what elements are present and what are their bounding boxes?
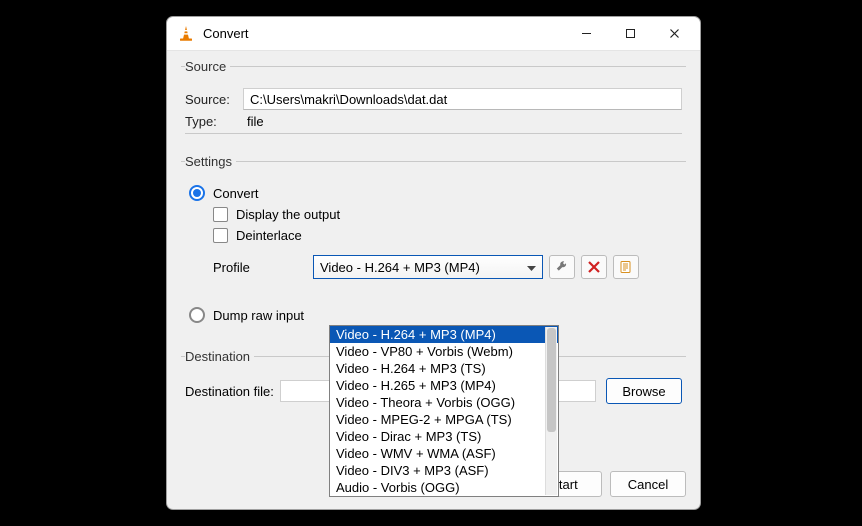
- display-output-label: Display the output: [236, 207, 340, 222]
- close-button[interactable]: [652, 19, 696, 49]
- titlebar: Convert: [167, 17, 700, 51]
- wrench-icon: [555, 260, 569, 274]
- profile-option[interactable]: Video - H.265 + MP3 (MP4): [330, 377, 558, 394]
- profile-option[interactable]: Audio - Vorbis (OGG): [330, 479, 558, 496]
- profile-option[interactable]: Video - Dirac + MP3 (TS): [330, 428, 558, 445]
- profile-dropdown-list[interactable]: Video - H.264 + MP3 (MP4) Video - VP80 +…: [329, 325, 559, 497]
- browse-button[interactable]: Browse: [606, 378, 682, 404]
- window-title: Convert: [203, 26, 564, 41]
- type-label: Type:: [185, 114, 243, 129]
- destination-legend: Destination: [185, 349, 254, 364]
- browse-button-label: Browse: [622, 384, 665, 399]
- settings-group: Settings Convert Display the output Dein…: [181, 154, 686, 337]
- source-legend: Source: [185, 59, 230, 74]
- radio-unselected-icon: [189, 307, 205, 323]
- type-value: file: [243, 114, 264, 129]
- source-path[interactable]: C:\Users\makri\Downloads\dat.dat: [243, 88, 682, 110]
- settings-legend: Settings: [185, 154, 236, 169]
- profile-option[interactable]: Video - MPEG-2 + MPGA (TS): [330, 411, 558, 428]
- profile-selected-value: Video - H.264 + MP3 (MP4): [320, 260, 480, 275]
- radio-selected-icon: [189, 185, 205, 201]
- profile-combobox[interactable]: Video - H.264 + MP3 (MP4): [313, 255, 543, 279]
- chevron-down-icon: [527, 260, 536, 275]
- profile-option[interactable]: Video - Theora + Vorbis (OGG): [330, 394, 558, 411]
- profile-option[interactable]: Video - WMV + WMA (ASF): [330, 445, 558, 462]
- convert-radio-label: Convert: [213, 186, 259, 201]
- source-group: Source Source: C:\Users\makri\Downloads\…: [181, 59, 686, 142]
- maximize-button[interactable]: [608, 19, 652, 49]
- scrollbar-thumb[interactable]: [547, 328, 556, 432]
- delete-icon: [588, 261, 600, 273]
- new-profile-icon: [619, 260, 633, 274]
- profile-label: Profile: [213, 260, 313, 275]
- dump-raw-label: Dump raw input: [213, 308, 304, 323]
- profile-option[interactable]: Video - H.264 + MP3 (TS): [330, 360, 558, 377]
- cancel-button-label: Cancel: [628, 477, 668, 492]
- profile-option[interactable]: Video - DIV3 + MP3 (ASF): [330, 462, 558, 479]
- convert-radio[interactable]: Convert: [189, 185, 682, 201]
- new-profile-button[interactable]: [613, 255, 639, 279]
- edit-profile-button[interactable]: [549, 255, 575, 279]
- deinterlace-label: Deinterlace: [236, 228, 302, 243]
- destination-file-label: Destination file:: [185, 384, 274, 399]
- delete-profile-button[interactable]: [581, 255, 607, 279]
- vlc-cone-icon: [177, 25, 195, 43]
- cancel-button[interactable]: Cancel: [610, 471, 686, 497]
- dump-raw-radio[interactable]: Dump raw input: [189, 307, 682, 323]
- dropdown-scrollbar[interactable]: [545, 327, 557, 495]
- profile-option[interactable]: Video - VP80 + Vorbis (Webm): [330, 343, 558, 360]
- checkbox-icon: [213, 207, 228, 222]
- minimize-button[interactable]: [564, 19, 608, 49]
- checkbox-icon: [213, 228, 228, 243]
- deinterlace-checkbox[interactable]: Deinterlace: [213, 228, 682, 243]
- display-output-checkbox[interactable]: Display the output: [213, 207, 682, 222]
- source-label: Source:: [185, 92, 243, 107]
- profile-option[interactable]: Video - H.264 + MP3 (MP4): [330, 326, 558, 343]
